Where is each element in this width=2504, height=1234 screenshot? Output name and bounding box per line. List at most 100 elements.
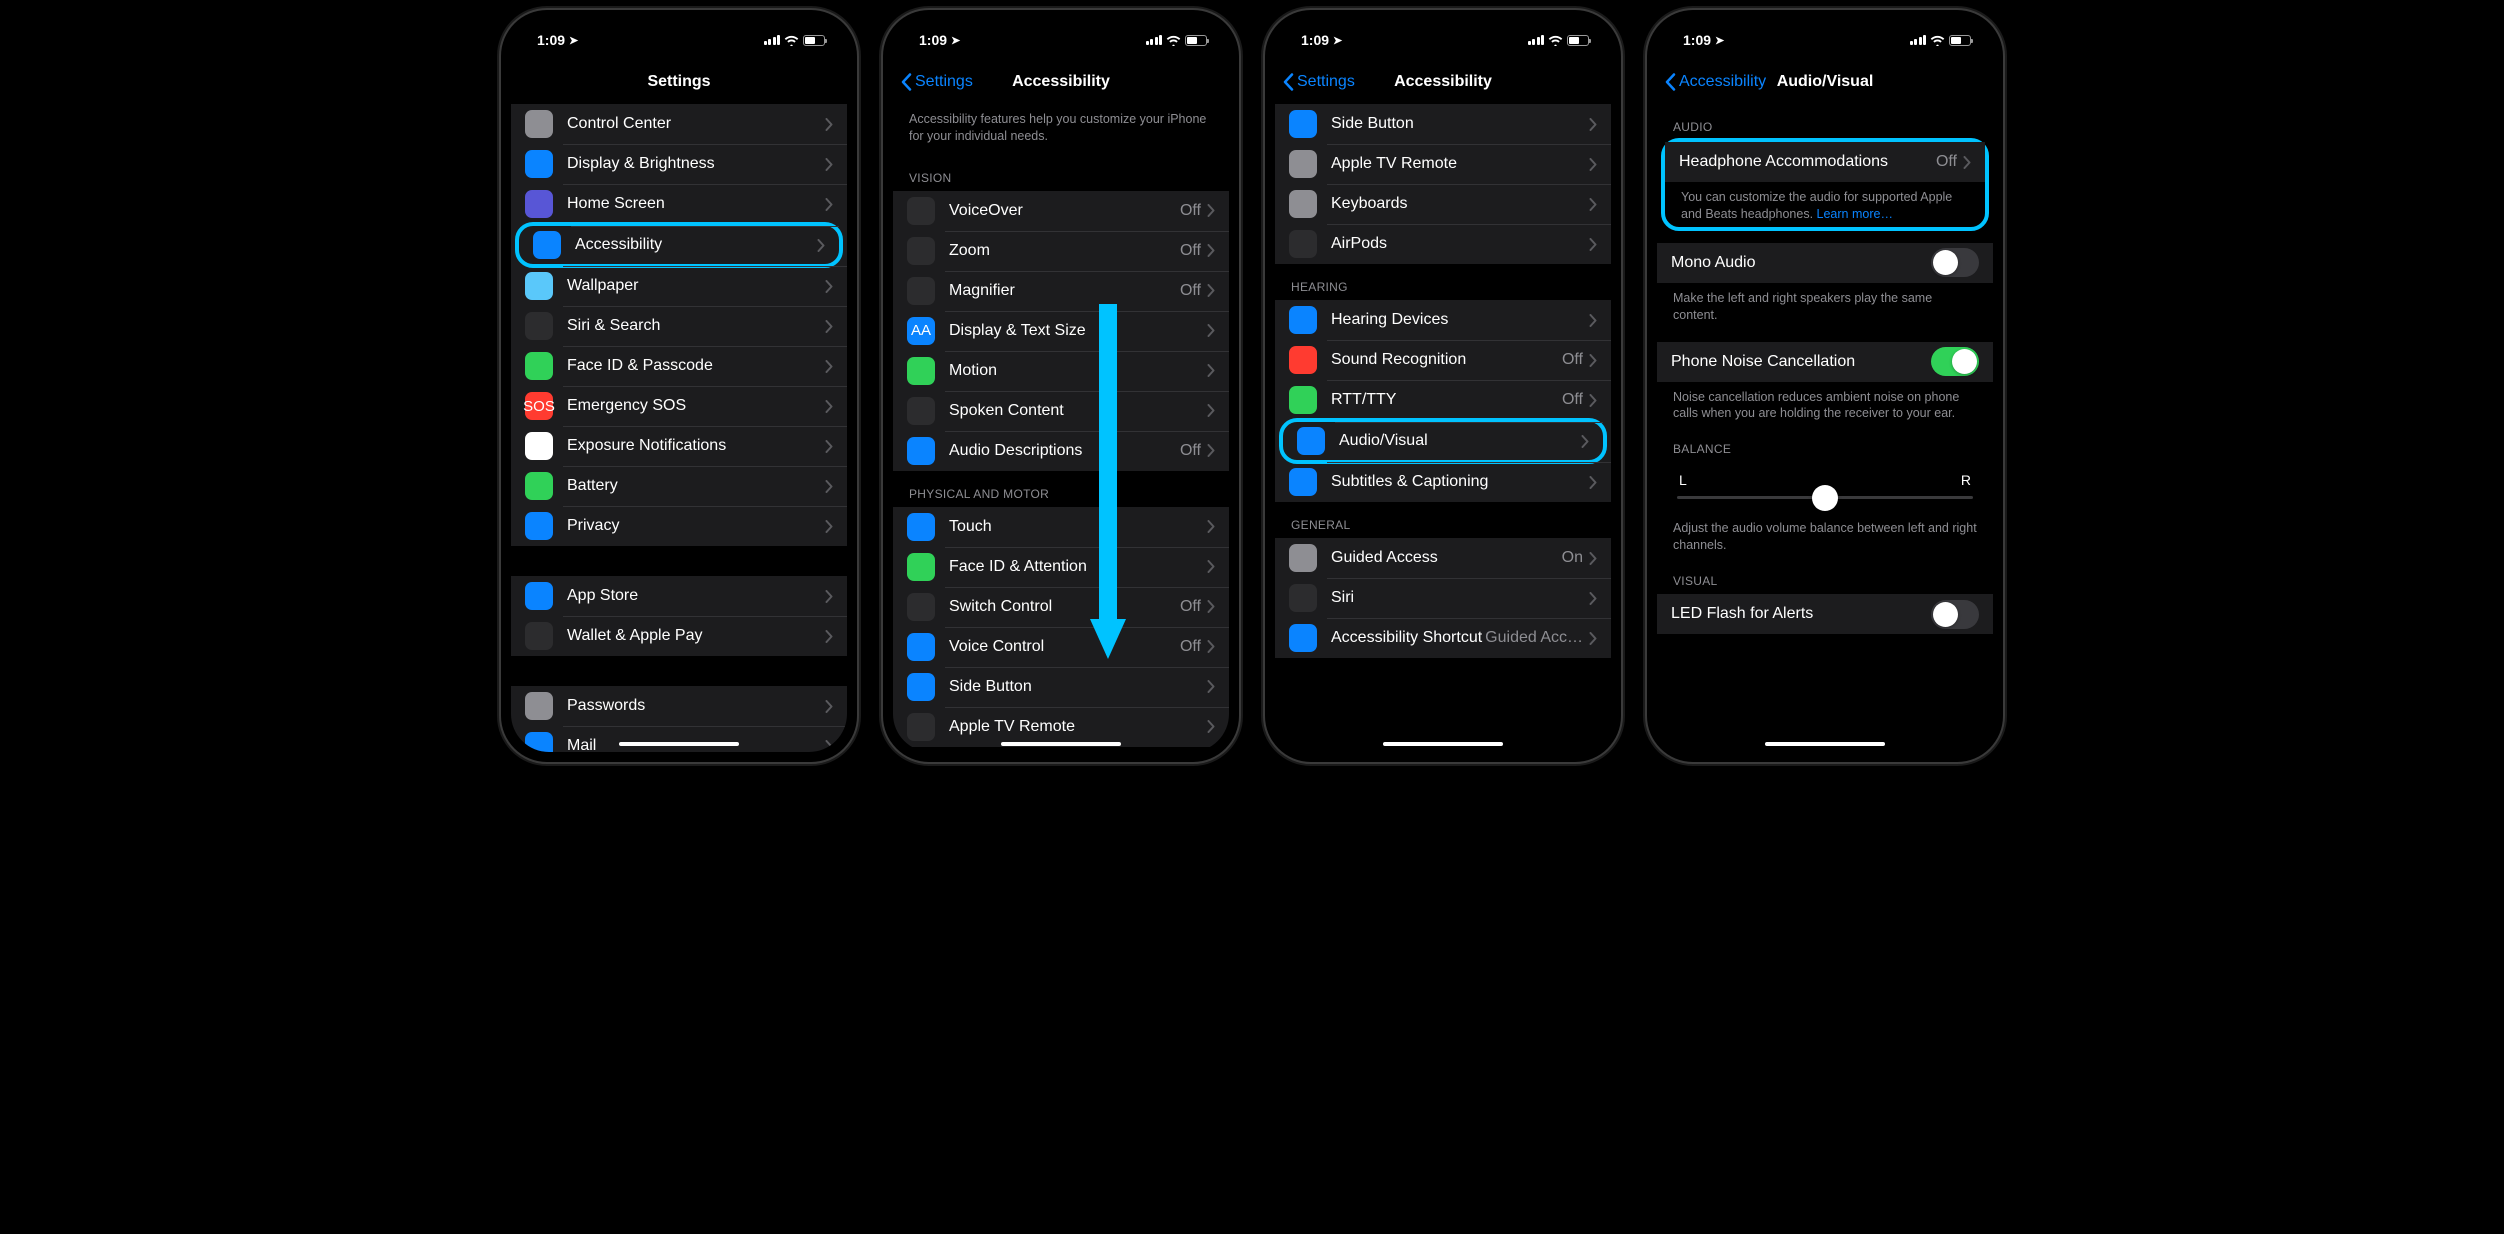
row-voice-control[interactable]: Voice ControlOff xyxy=(893,627,1229,667)
row-value: Off xyxy=(1180,202,1201,220)
back-label: Settings xyxy=(915,73,973,91)
mono-audio-row[interactable]: Mono Audio xyxy=(1657,243,1993,283)
noise-cancel-row[interactable]: Phone Noise Cancellation xyxy=(1657,342,1993,382)
app-icon xyxy=(525,512,553,540)
accessibility-list-scrolled[interactable]: Side ButtonApple TV Remote Keyboards AirPo… xyxy=(1275,104,1611,752)
chevron-right-icon xyxy=(825,630,833,643)
row-control-center[interactable]: Control Center xyxy=(511,104,847,144)
row-side-button[interactable]: Side Button xyxy=(893,667,1229,707)
balance-header: BALANCE xyxy=(1657,426,1993,462)
led-flash-row[interactable]: LED Flash for Alerts xyxy=(1657,594,1993,634)
row-sound-recognition[interactable]: Sound RecognitionOff xyxy=(1275,340,1611,380)
settings-list[interactable]: Control Center Display & Brightness Home S… xyxy=(511,104,847,752)
row-airpods[interactable]: AirPods xyxy=(1275,224,1611,264)
app-icon xyxy=(525,272,553,300)
led-flash-toggle[interactable] xyxy=(1931,600,1979,629)
row-side-button[interactable]: Side Button xyxy=(1275,104,1611,144)
row-label: Keyboards xyxy=(1331,195,1589,213)
row-privacy[interactable]: Privacy xyxy=(511,506,847,546)
row-audio-visual[interactable]: Audio/Visual xyxy=(1279,418,1607,464)
row-rtt-tty[interactable]: RTT/TTYOff xyxy=(1275,380,1611,420)
hearing-header: HEARING xyxy=(1275,264,1611,300)
balance-slider[interactable] xyxy=(1677,496,1973,499)
row-siri-search[interactable]: Siri & Search xyxy=(511,306,847,346)
location-icon: ➤ xyxy=(1333,34,1342,47)
home-indicator[interactable] xyxy=(1383,742,1503,746)
home-indicator[interactable] xyxy=(619,742,739,746)
headphone-highlight: Headphone Accommodations Off You can cus… xyxy=(1661,138,1989,231)
row-guided-access[interactable]: Guided AccessOn xyxy=(1275,538,1611,578)
back-label: Settings xyxy=(1297,73,1355,91)
notch xyxy=(1745,10,1905,36)
row-home-screen[interactable]: Home Screen xyxy=(511,184,847,224)
noise-cancel-toggle[interactable] xyxy=(1931,347,1979,376)
row-passwords[interactable]: Passwords xyxy=(511,686,847,726)
home-indicator[interactable] xyxy=(1001,742,1121,746)
app-icon xyxy=(525,110,553,138)
row-battery[interactable]: Battery xyxy=(511,466,847,506)
cellular-icon xyxy=(1528,35,1545,45)
app-icon xyxy=(907,713,935,741)
row-label: Siri & Search xyxy=(567,317,825,335)
headphone-accommodations-row[interactable]: Headphone Accommodations Off xyxy=(1665,142,1985,182)
row-subtitles-captioning[interactable]: Subtitles & Captioning xyxy=(1275,462,1611,502)
row-wallet-apple-pay[interactable]: Wallet & Apple Pay xyxy=(511,616,847,656)
row-label: Side Button xyxy=(949,678,1207,696)
chevron-right-icon xyxy=(825,700,833,713)
row-mail[interactable]: Mail xyxy=(511,726,847,752)
row-hearing-devices[interactable]: Hearing Devices xyxy=(1275,300,1611,340)
row-magnifier[interactable]: MagnifierOff xyxy=(893,271,1229,311)
page-title: Accessibility xyxy=(1394,73,1492,91)
back-button[interactable]: Settings xyxy=(901,60,973,104)
learn-more-link[interactable]: Learn more… xyxy=(1817,207,1893,221)
row-zoom[interactable]: ZoomOff xyxy=(893,231,1229,271)
location-icon: ➤ xyxy=(951,34,960,47)
row-accessibility[interactable]: Accessibility xyxy=(515,222,843,268)
row-emergency-sos[interactable]: SOSEmergency SOS xyxy=(511,386,847,426)
row-spoken-content[interactable]: Spoken Content xyxy=(893,391,1229,431)
row-face-id-passcode[interactable]: Face ID & Passcode xyxy=(511,346,847,386)
row-display-text-size[interactable]: AADisplay & Text Size xyxy=(893,311,1229,351)
row-exposure-notifications[interactable]: Exposure Notifications xyxy=(511,426,847,466)
row-siri[interactable]: Siri xyxy=(1275,578,1611,618)
phone-frame-2: 1:09 ➤ Settings Accessibility Accessibil… xyxy=(883,10,1239,762)
accessibility-list[interactable]: Accessibility features help you customiz… xyxy=(893,104,1229,752)
row-apple-tv-remote[interactable]: Apple TV Remote xyxy=(893,707,1229,747)
chevron-right-icon xyxy=(825,400,833,413)
chevron-right-icon xyxy=(1207,560,1215,573)
row-app-store[interactable]: App Store xyxy=(511,576,847,616)
row-motion[interactable]: Motion xyxy=(893,351,1229,391)
row-label: Display & Brightness xyxy=(567,155,825,173)
row-face-id-attention[interactable]: Face ID & Attention xyxy=(893,547,1229,587)
audio-visual-list[interactable]: AUDIO Headphone Accommodations Off You c… xyxy=(1657,104,1993,752)
wifi-icon xyxy=(1166,35,1181,46)
app-icon xyxy=(1289,150,1317,178)
app-icon xyxy=(525,472,553,500)
chevron-right-icon xyxy=(1581,435,1589,448)
row-display-brightness[interactable]: Display & Brightness xyxy=(511,144,847,184)
app-icon xyxy=(525,432,553,460)
row-keyboards[interactable]: Keyboards xyxy=(1275,184,1611,224)
app-icon xyxy=(525,582,553,610)
chevron-right-icon xyxy=(1589,552,1597,565)
chevron-right-icon xyxy=(1207,364,1215,377)
chevron-right-icon xyxy=(825,440,833,453)
home-indicator[interactable] xyxy=(1765,742,1885,746)
mono-audio-toggle[interactable] xyxy=(1931,248,1979,277)
app-icon xyxy=(907,397,935,425)
app-icon xyxy=(533,231,561,259)
row-value: Off xyxy=(1180,442,1201,460)
back-button[interactable]: Settings xyxy=(1283,60,1355,104)
row-accessibility-shortcut[interactable]: Accessibility ShortcutGuided Acc… xyxy=(1275,618,1611,658)
nav-bar: Settings xyxy=(511,60,847,104)
row-label: Siri xyxy=(1331,589,1589,607)
slider-thumb[interactable] xyxy=(1812,485,1838,511)
back-button[interactable]: Accessibility xyxy=(1665,60,1766,104)
row-wallpaper[interactable]: Wallpaper xyxy=(511,266,847,306)
row-voiceover[interactable]: VoiceOverOff xyxy=(893,191,1229,231)
row-audio-descriptions[interactable]: Audio DescriptionsOff xyxy=(893,431,1229,471)
row-apple-tv-remote[interactable]: Apple TV Remote xyxy=(1275,144,1611,184)
row-touch[interactable]: Touch xyxy=(893,507,1229,547)
chevron-left-icon xyxy=(901,73,912,91)
row-switch-control[interactable]: Switch ControlOff xyxy=(893,587,1229,627)
